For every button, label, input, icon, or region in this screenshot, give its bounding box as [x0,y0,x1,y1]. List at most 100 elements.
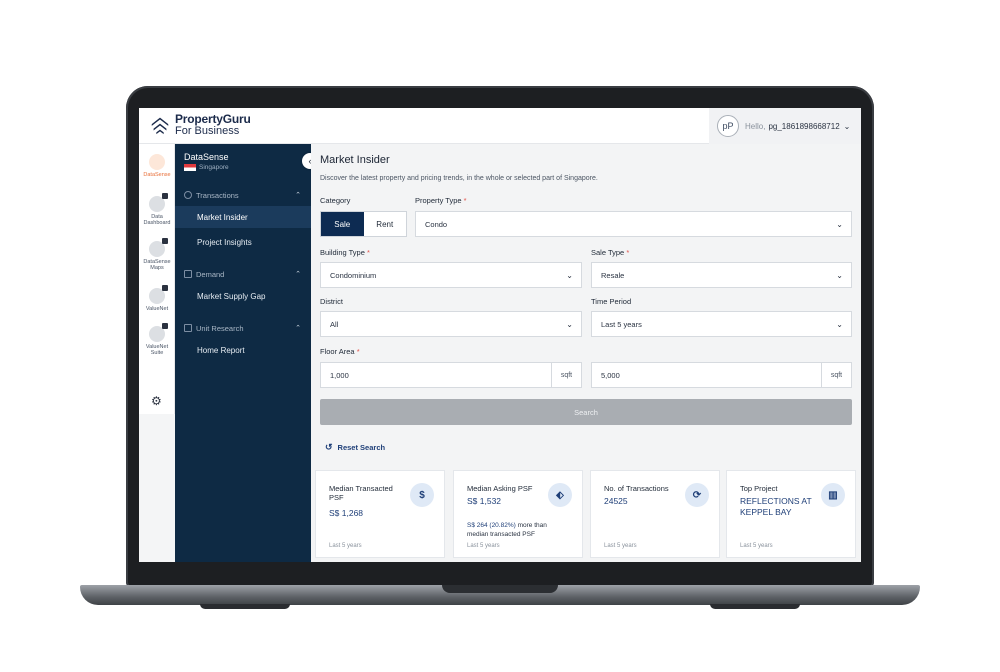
section-transactions[interactable]: Transactions ⌃ [175,188,311,202]
main-content: Market Insider Discover the latest prope… [311,144,861,562]
floor-area-min-value: 1,000 [330,370,349,380]
card-title: Top Project [740,484,778,493]
district-select[interactable]: All ⌄ [320,311,582,337]
building-type-label: Building Type * [320,248,370,257]
rail-item-datasense[interactable]: DataSense [139,154,175,178]
page-description: Discover the latest property and pricing… [320,175,598,182]
brand-tagline: For Business [175,125,240,137]
building-type-select[interactable]: Condominium ⌄ [320,262,582,288]
app-rail: DataSense Data Dashboard DataSense Maps … [139,144,175,414]
category-toggle: Sale Rent [320,211,407,237]
sidebar-item-market-supply-gap[interactable]: Market Supply Gap [175,285,311,307]
floor-area-min-input[interactable]: 1,000 sqft [320,362,582,388]
rail-item-valuenet-suite[interactable]: ValueNet Suite [139,323,175,356]
chevron-up-icon: ⌃ [295,192,301,199]
card-value[interactable]: REFLECTIONS AT KEPPEL BAY [740,496,816,518]
dollar-icon [184,191,192,199]
lock-icon [162,238,168,244]
section-unit-research[interactable]: Unit Research ⌃ [175,321,311,335]
sale-type-select[interactable]: Resale ⌄ [591,262,852,288]
app-screen: PropertyGuru For Business pP Hello, pg_1… [139,108,861,562]
time-period-select[interactable]: Last 5 years ⌄ [591,311,852,337]
trend-chart-icon [184,270,192,278]
sidebar: DataSense Singapore ‹ Transactions ⌃ Mar… [175,144,318,562]
time-period-label: Time Period [591,297,632,306]
dollar-cycle-icon: $ [410,483,434,507]
laptop-notch [442,585,558,593]
price-tag-icon: ⬖ [548,483,572,507]
singapore-flag-icon [184,164,196,171]
card-footer: Last 5 years [467,543,500,549]
card-title: Median Transacted PSF [329,484,393,502]
sidebar-item-label: Market Insider [197,212,248,222]
sidebar-item-label: Market Supply Gap [197,291,266,301]
sidebar-item-label: Project Insights [197,237,252,247]
sale-type-value: Resale [601,270,625,280]
category-rent-button[interactable]: Rent [364,212,407,236]
section-label: Unit Research [196,323,244,333]
laptop-foot-right [710,604,800,609]
reset-search-link[interactable]: ↺ Reset Search [325,442,385,453]
stat-card-median-asking: Median Asking PSF S$ 1,532 S$ 264 (20.82… [453,470,583,558]
floor-area-max-value: 5,000 [601,370,620,380]
lock-icon [162,285,168,291]
time-period-value: Last 5 years [601,319,642,329]
chevron-down-icon: ⌄ [843,121,851,131]
brand-logo[interactable]: PropertyGuru For Business [149,113,251,137]
sidebar-item-project-insights[interactable]: Project Insights [175,231,311,253]
search-button[interactable]: Search [320,399,852,425]
greeting-text: Hello, [745,121,766,131]
unit-label: sqft [821,363,851,387]
valuenet-suite-icon [149,323,168,342]
rail-item-datasense-maps[interactable]: DataSense Maps [139,238,175,271]
category-sale-button[interactable]: Sale [321,212,364,236]
stat-card-top-project: Top Project REFLECTIONS AT KEPPEL BAY La… [726,470,856,558]
district-value: All [330,319,339,329]
stat-card-transactions: No. of Transactions 24525 Last 5 years ⟳ [590,470,720,558]
floor-area-max-input[interactable]: 5,000 sqft [591,362,852,388]
chevron-down-icon: ⌄ [836,319,843,329]
gear-icon[interactable]: ⚙ [151,394,162,408]
card-title: No. of Transactions [604,484,669,493]
card-footer: Last 5 years [329,543,362,549]
rail-label: DataSense [143,172,171,178]
country-selector[interactable]: Singapore [184,164,229,171]
card-value: S$ 1,532 [467,496,502,506]
card-note: S$ 264 (20.82%) more than median transac… [467,522,547,538]
top-bar: PropertyGuru For Business pP Hello, pg_1… [139,108,861,144]
district-label: District [320,297,343,306]
category-label: Category [320,196,351,205]
datasense-icon [149,154,165,170]
section-label: Demand [196,269,225,279]
buildings-icon: ▥ [821,483,845,507]
brand-name: PropertyGuru [175,112,251,126]
laptop-mockup: PropertyGuru For Business pP Hello, pg_1… [0,0,1000,672]
unit-label: sqft [551,363,581,387]
section-label: Transactions [196,190,239,200]
property-type-select[interactable]: Condo ⌄ [415,211,852,237]
sidebar-item-market-insider[interactable]: Market Insider [175,206,311,228]
reset-label: Reset Search [337,443,386,452]
user-menu[interactable]: pP Hello, pg_1861898668712 ⌄ [709,108,861,144]
reset-icon: ↺ [325,442,333,452]
dashboard-icon [149,193,168,212]
floor-area-label: Floor Area * [320,347,360,356]
section-demand[interactable]: Demand ⌃ [175,267,311,281]
card-title: Median Asking PSF [467,484,533,493]
sidebar-title: DataSense [184,152,229,162]
card-value: 24525 [604,496,628,506]
property-type-label: Property Type * [415,196,467,205]
page-title: Market Insider [320,154,390,166]
chevron-up-icon: ⌃ [295,271,301,278]
sidebar-item-home-report[interactable]: Home Report [175,339,311,361]
card-footer: Last 5 years [604,543,637,549]
chevron-down-icon: ⌄ [836,219,843,229]
rail-label: ValueNet Suite [145,344,169,356]
rail-item-valuenet[interactable]: ValueNet [139,285,175,312]
rail-item-data-dashboard[interactable]: Data Dashboard [139,193,175,226]
property-type-value: Condo [425,219,448,229]
country-label: Singapore [199,164,229,171]
stats-cards: Median Transacted PSF S$ 1,268 Last 5 ye… [315,470,857,562]
avatar: pP [717,115,739,137]
maps-icon [149,238,168,257]
